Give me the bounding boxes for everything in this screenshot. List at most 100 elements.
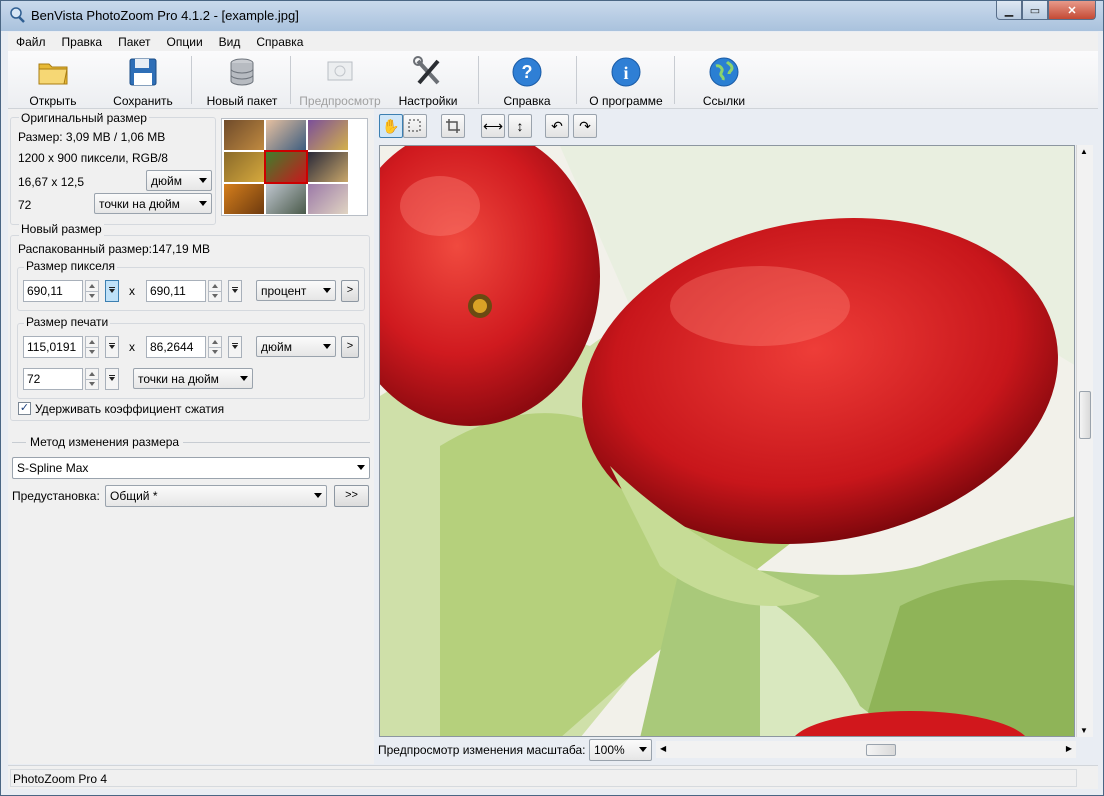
menu-edit[interactable]: Правка [54, 35, 111, 49]
rotate-left-button[interactable]: ↶ [545, 114, 569, 138]
scroll-right-icon[interactable]: ▶ [1066, 744, 1072, 753]
floppy-disk-icon [129, 58, 157, 86]
pixel-height-dropdown[interactable] [228, 280, 242, 302]
close-icon: ✕ [1067, 4, 1077, 17]
preset-more-button[interactable]: >> [334, 485, 369, 507]
info-icon: i [611, 57, 641, 87]
menu-help[interactable]: Справка [248, 35, 311, 49]
horizontal-arrows-icon: ⟷ [482, 118, 504, 134]
status-bar: PhotoZoom Pro 4 [8, 765, 1098, 789]
crop-tool-button[interactable] [441, 114, 465, 138]
print-height-input[interactable]: 86,2644 [146, 336, 206, 358]
pixel-width-input[interactable]: 690,11 [23, 280, 83, 302]
hand-tool-button[interactable]: ✋ [379, 114, 403, 138]
original-dpi: 72 [18, 198, 32, 212]
pixel-width-dropdown[interactable] [105, 280, 119, 302]
horizontal-scrollbar[interactable]: ◀ ▶ [656, 741, 1076, 758]
fit-height-button[interactable]: ↕ [508, 114, 532, 138]
app-logo-icon [10, 7, 25, 23]
links-button[interactable]: Ссылки [692, 53, 756, 108]
original-file-size: Размер: 3,09 MB / 1,06 MB [18, 130, 166, 144]
image-preview[interactable] [379, 145, 1075, 737]
selection-icon [408, 119, 421, 132]
new-size-title: Новый размер [19, 222, 104, 236]
print-apply-button[interactable]: > [341, 336, 359, 358]
menu-view[interactable]: Вид [211, 35, 249, 49]
help-button[interactable]: ? Справка [492, 53, 562, 108]
open-button[interactable]: Открыть [18, 53, 88, 108]
pixel-apply-button[interactable]: > [341, 280, 359, 302]
resolution-dropdown[interactable] [105, 368, 119, 390]
preview-icon [327, 61, 353, 81]
menu-options[interactable]: Опции [159, 35, 211, 49]
resolution-input[interactable]: 72 [23, 368, 83, 390]
print-height-dropdown[interactable] [228, 336, 242, 358]
settings-panel: Оригинальный размер Размер: 3,09 MB / 1,… [8, 109, 374, 764]
print-width-spinner[interactable] [85, 336, 99, 358]
print-width-input[interactable]: 115,0191 [23, 336, 83, 358]
globe-icon [709, 57, 739, 87]
settings-button[interactable]: Настройки [394, 53, 462, 108]
thumb-tile [224, 184, 264, 214]
original-dpi-unit-select[interactable]: точки на дюйм [94, 193, 212, 214]
print-unit-select[interactable]: дюйм [256, 336, 336, 357]
fit-width-button[interactable]: ⟷ [481, 114, 505, 138]
menu-batch[interactable]: Пакет [110, 35, 158, 49]
thumb-tile [266, 184, 306, 214]
rotate-left-icon: ↶ [551, 118, 563, 134]
thumb-tile [308, 120, 348, 150]
toolbar-separator [576, 56, 577, 104]
original-size-title: Оригинальный размер [19, 111, 149, 125]
pixel-x-separator: x [129, 284, 135, 298]
new-batch-button[interactable]: Новый пакет [201, 53, 283, 108]
preset-select[interactable]: Общий * [105, 485, 327, 507]
save-label: Сохранить [113, 94, 173, 108]
selection-tool-button[interactable] [403, 114, 427, 138]
original-pixels: 1200 x 900 пиксели, RGB/8 [18, 151, 168, 165]
print-x-separator: x [129, 340, 135, 354]
method-title: Метод изменения размера [26, 435, 184, 449]
thumb-tile [308, 184, 348, 214]
pixel-height-spinner[interactable] [208, 280, 222, 302]
print-width-dropdown[interactable] [105, 336, 119, 358]
menu-file[interactable]: Файл [8, 35, 54, 49]
database-icon [230, 58, 254, 86]
preview-photo [380, 146, 1074, 736]
title-bar[interactable]: BenVista PhotoZoom Pro 4.1.2 - [example.… [1, 1, 1103, 31]
resolution-unit-select[interactable]: точки на дюйм [133, 368, 253, 389]
rotate-right-icon: ↷ [579, 118, 591, 134]
zoom-select[interactable]: 100% [589, 739, 652, 761]
toolbar-separator [478, 56, 479, 104]
algorithm-select[interactable]: S-Spline Max [12, 457, 370, 479]
vertical-arrows-icon: ↕ [516, 118, 524, 134]
maximize-button[interactable]: ▭ [1022, 1, 1048, 20]
pixel-unit-select[interactable]: процент [256, 280, 336, 301]
preview-label: Предпросмотр [299, 94, 381, 108]
resolution-spinner[interactable] [85, 368, 99, 390]
about-label: О программе [589, 94, 663, 108]
tools-icon [413, 56, 440, 85]
zoom-label: Предпросмотр изменения масштаба: [378, 743, 586, 757]
preview-button[interactable]: Предпросмотр [296, 53, 384, 108]
thumb-tile [224, 120, 264, 150]
minimize-button[interactable]: ▁ [996, 1, 1022, 20]
vertical-scrollbar[interactable]: ▲ ▼ [1076, 145, 1093, 737]
toolbar-separator [191, 56, 192, 104]
scroll-down-icon[interactable]: ▼ [1080, 726, 1088, 735]
links-label: Ссылки [702, 94, 746, 108]
rotate-right-button[interactable]: ↷ [573, 114, 597, 138]
scroll-left-icon[interactable]: ◀ [660, 744, 666, 753]
original-unit-select[interactable]: дюйм [146, 170, 212, 191]
save-button[interactable]: Сохранить [106, 53, 180, 108]
print-height-spinner[interactable] [208, 336, 222, 358]
svg-text:i: i [623, 63, 628, 83]
vertical-scroll-thumb[interactable] [1079, 391, 1091, 439]
keep-ratio-checkbox[interactable]: ✓ [18, 402, 31, 415]
scroll-up-icon[interactable]: ▲ [1080, 147, 1088, 156]
pixel-width-spinner[interactable] [85, 280, 99, 302]
close-button[interactable]: ✕ [1048, 1, 1096, 20]
pixel-height-input[interactable]: 690,11 [146, 280, 206, 302]
horizontal-scroll-thumb[interactable] [866, 744, 896, 756]
keep-ratio-label: Удерживать коэффициент сжатия [35, 402, 225, 416]
about-button[interactable]: i О программе [584, 53, 668, 108]
